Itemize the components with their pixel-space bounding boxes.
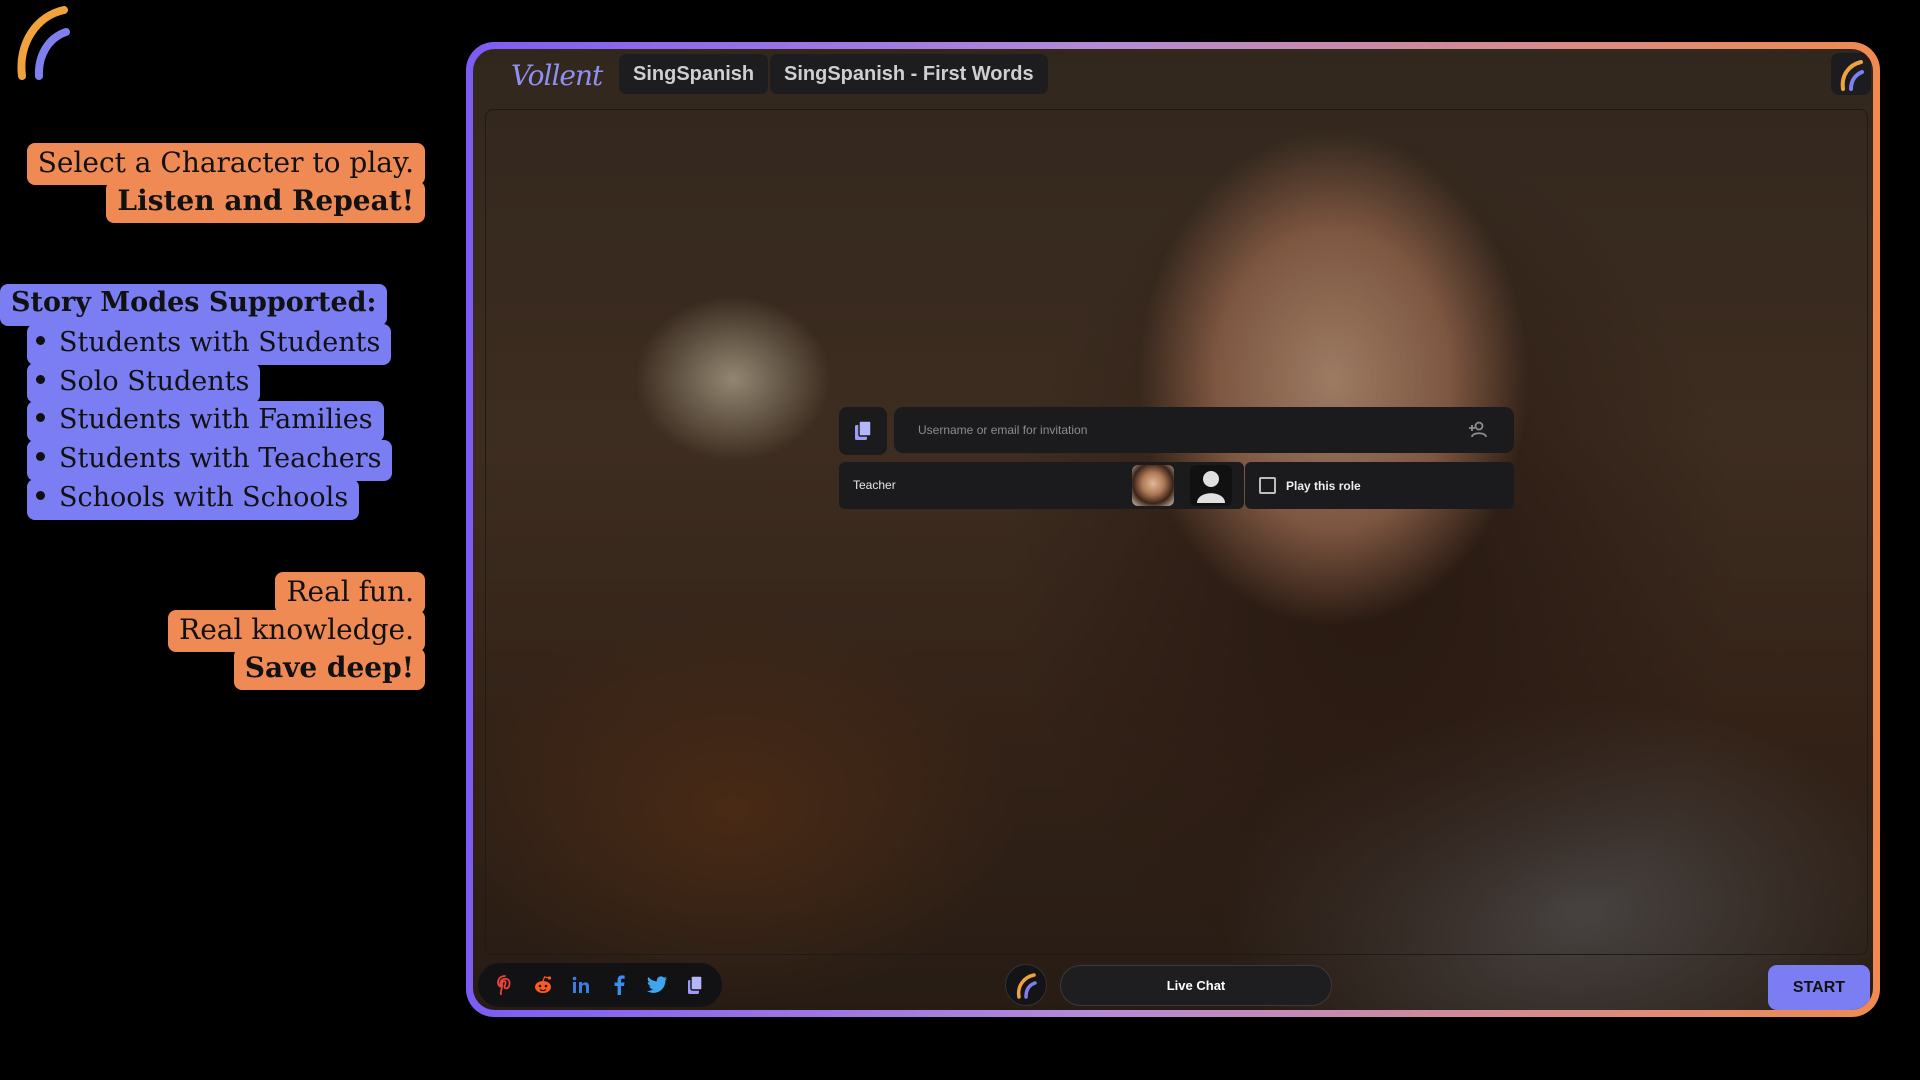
list-item: Students with Families	[27, 401, 392, 442]
list-item: Schools with Schools	[27, 478, 392, 520]
invite-field-container	[894, 407, 1514, 453]
tab-singspanish[interactable]: SingSpanish	[619, 54, 769, 94]
twitter-icon[interactable]	[643, 971, 671, 999]
real-fun-text: Real fun.	[275, 572, 425, 614]
play-role-checkbox[interactable]	[1259, 477, 1276, 494]
role-row-teacher[interactable]: Teacher	[839, 462, 1244, 509]
list-item: Students with Students	[27, 323, 392, 365]
reddit-icon[interactable]	[529, 971, 557, 999]
story-modes-heading: Story Modes Supported:	[0, 284, 388, 326]
role-name: Teacher	[853, 478, 896, 492]
list-item: Solo Students	[27, 362, 392, 404]
app-logo-icon	[1016, 973, 1037, 999]
save-deep-text: Save deep!	[233, 648, 425, 690]
select-character-text: Select a Character to play.	[26, 143, 425, 185]
scene-stage	[485, 109, 1868, 955]
add-user-icon[interactable]	[1468, 421, 1488, 439]
live-chat-button[interactable]: Live Chat	[1060, 965, 1332, 1006]
play-role-label: Play this role	[1286, 478, 1361, 493]
play-role-toggle[interactable]: Play this role	[1245, 462, 1514, 509]
pinterest-icon[interactable]	[491, 971, 519, 999]
start-button[interactable]: START	[1768, 965, 1870, 1010]
invite-input[interactable]	[918, 423, 1438, 437]
menu-logo-button[interactable]	[1831, 53, 1871, 95]
app-frame: Vollent SingSpanish SingSpanish - First …	[466, 42, 1880, 1017]
app-window: Vollent SingSpanish SingSpanish - First …	[473, 49, 1873, 1010]
tagline-callout: Real fun. Real knowledge. Save deep!	[168, 572, 425, 690]
tab-singspanish-first-words[interactable]: SingSpanish - First Words	[770, 54, 1048, 94]
chat-logo-button[interactable]	[1005, 964, 1047, 1006]
player-avatar[interactable]	[1190, 465, 1232, 506]
top-bar: Vollent SingSpanish SingSpanish - First …	[473, 49, 1873, 105]
select-character-callout: Select a Character to play. Listen and R…	[26, 143, 425, 223]
character-avatar[interactable]	[1132, 465, 1174, 506]
facebook-icon[interactable]	[605, 971, 633, 999]
copy-icon[interactable]	[681, 971, 709, 999]
copy-link-button[interactable]	[839, 407, 887, 455]
app-logo-icon	[17, 6, 70, 80]
brand-logo[interactable]: Vollent	[511, 59, 603, 92]
story-modes-callout: Story Modes Supported: Students with Stu…	[0, 284, 393, 520]
app-logo-icon	[1840, 60, 1864, 91]
list-item: Students with Teachers	[27, 440, 393, 481]
share-bar	[478, 963, 722, 1007]
story-modes-list: Students with Students Solo Students Stu…	[27, 323, 393, 520]
copy-icon	[855, 420, 872, 440]
user-icon	[1197, 470, 1225, 503]
real-knowledge-text: Real knowledge.	[168, 610, 425, 652]
listen-repeat-text: Listen and Repeat!	[106, 181, 425, 223]
linkedin-icon[interactable]	[567, 971, 595, 999]
